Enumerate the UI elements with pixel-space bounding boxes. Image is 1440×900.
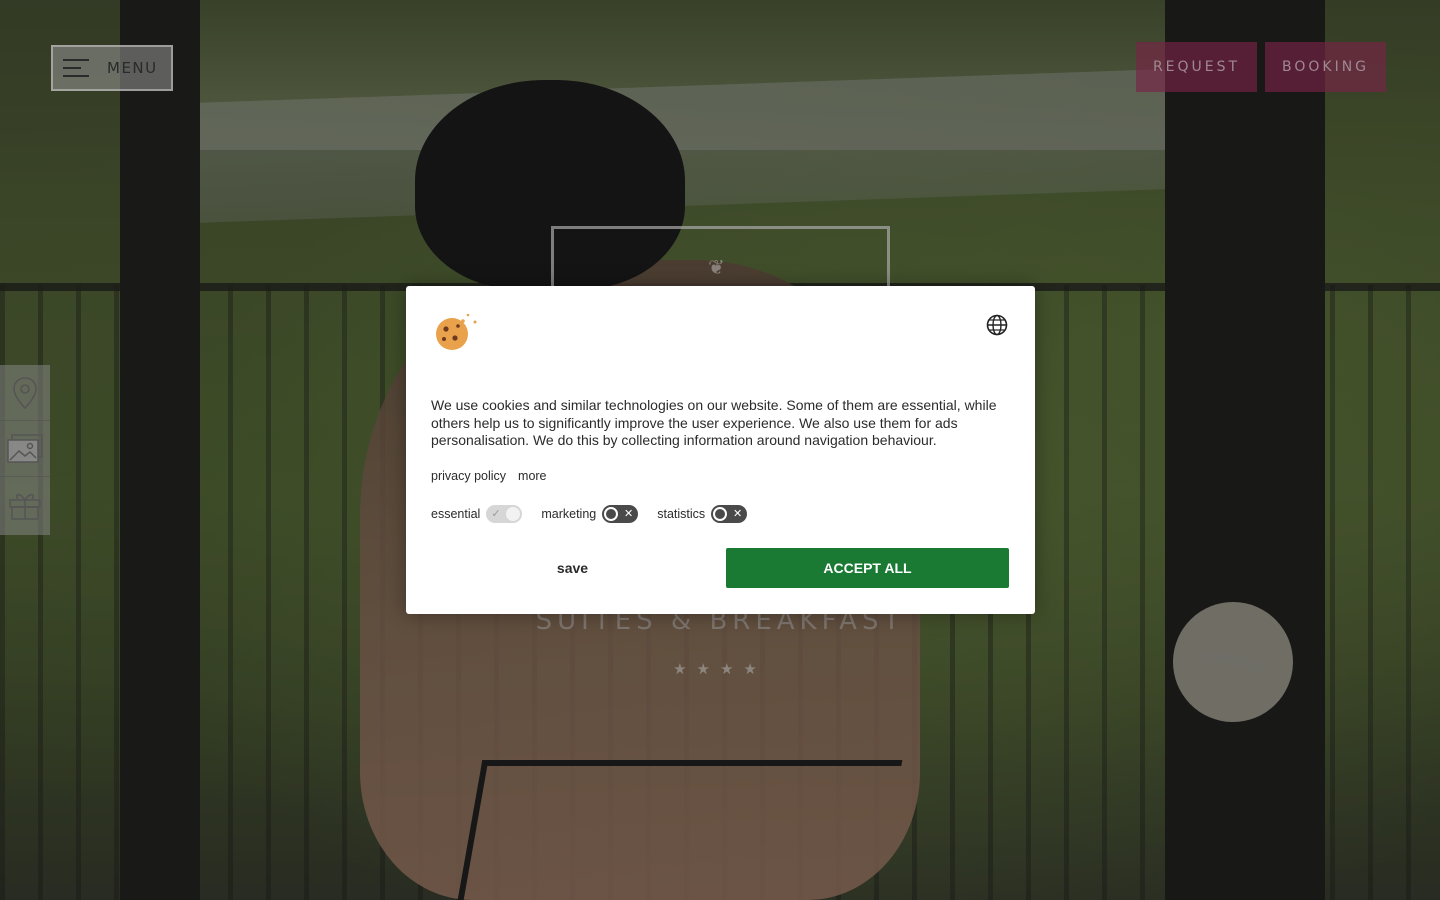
cookie-dialog: We use cookies and similar technologies … [406,286,1035,614]
cookie-toggles: essential ✓ marketing ✕ statistics ✕ [431,505,766,523]
request-button[interactable]: REQUEST [1136,42,1257,92]
menu-button[interactable]: MENU [51,45,173,91]
quick-sidebar [0,365,50,535]
toggle-marketing: marketing ✕ [541,505,639,523]
check-icon: ✓ [491,508,501,520]
leaf-icon: ❦ [708,257,725,279]
x-icon: ✕ [624,508,634,520]
menu-label: MENU [107,59,158,77]
privacy-policy-link[interactable]: privacy policy [431,469,506,483]
toggle-marketing-label: marketing [541,507,597,521]
cookie-icon [436,313,477,350]
toggle-statistics-label: statistics [657,507,706,521]
statistics-switch[interactable]: ✕ [711,505,748,523]
map-pin-icon [13,376,37,409]
gift-icon [9,493,41,520]
gallery-icon [7,433,43,463]
sidebar-item-gallery[interactable] [0,421,50,477]
essential-switch: ✓ [486,505,523,523]
save-button[interactable]: save [431,548,714,588]
hamburger-icon [63,58,89,78]
cookie-links: privacy policy more [431,469,547,483]
toggle-essential: essential ✓ [431,505,523,523]
sidebar-item-location[interactable] [0,365,50,421]
cookie-description: We use cookies and similar technologies … [431,397,997,448]
accept-all-button[interactable]: ACCEPT ALL [726,548,1009,588]
globe-icon[interactable] [986,314,1008,336]
x-icon: ✕ [732,508,743,520]
booking-button[interactable]: BOOKING [1265,42,1386,92]
toggle-essential-label: essential [431,507,481,521]
sidebar-item-vouchers[interactable] [0,477,50,533]
more-link[interactable]: more [518,469,546,483]
toggle-statistics: statistics ✕ [657,505,748,523]
marketing-switch[interactable]: ✕ [602,505,639,523]
